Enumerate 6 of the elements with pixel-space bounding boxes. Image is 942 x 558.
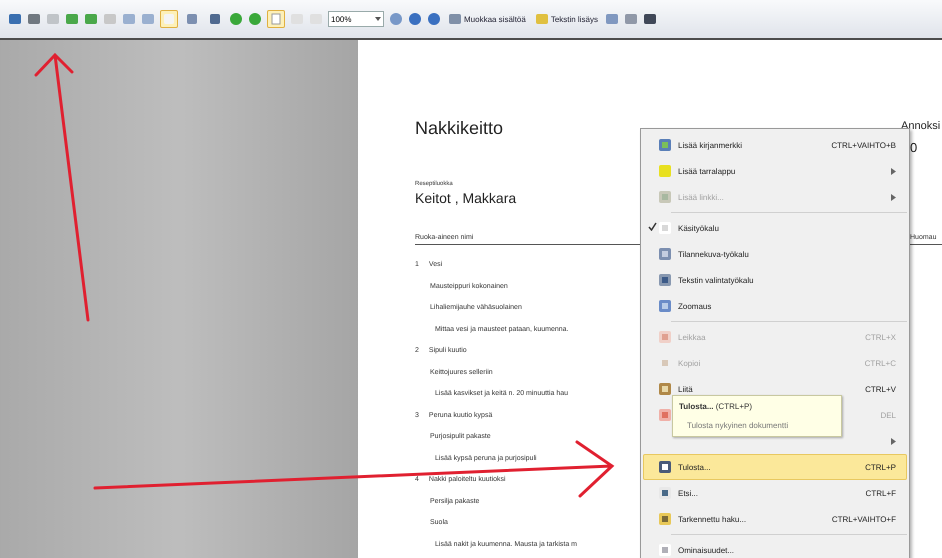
tooltip-title: Tulosta... (CTRL+P) xyxy=(679,402,752,411)
document-title: Nakkikeitto xyxy=(415,118,504,138)
document-text: Annoksi xyxy=(901,120,940,132)
tooltip-description: Tulosta nykyinen dokumentti xyxy=(687,421,788,430)
document-text: 0 xyxy=(910,140,918,155)
category-value: Keitot , Makkara xyxy=(415,190,516,206)
